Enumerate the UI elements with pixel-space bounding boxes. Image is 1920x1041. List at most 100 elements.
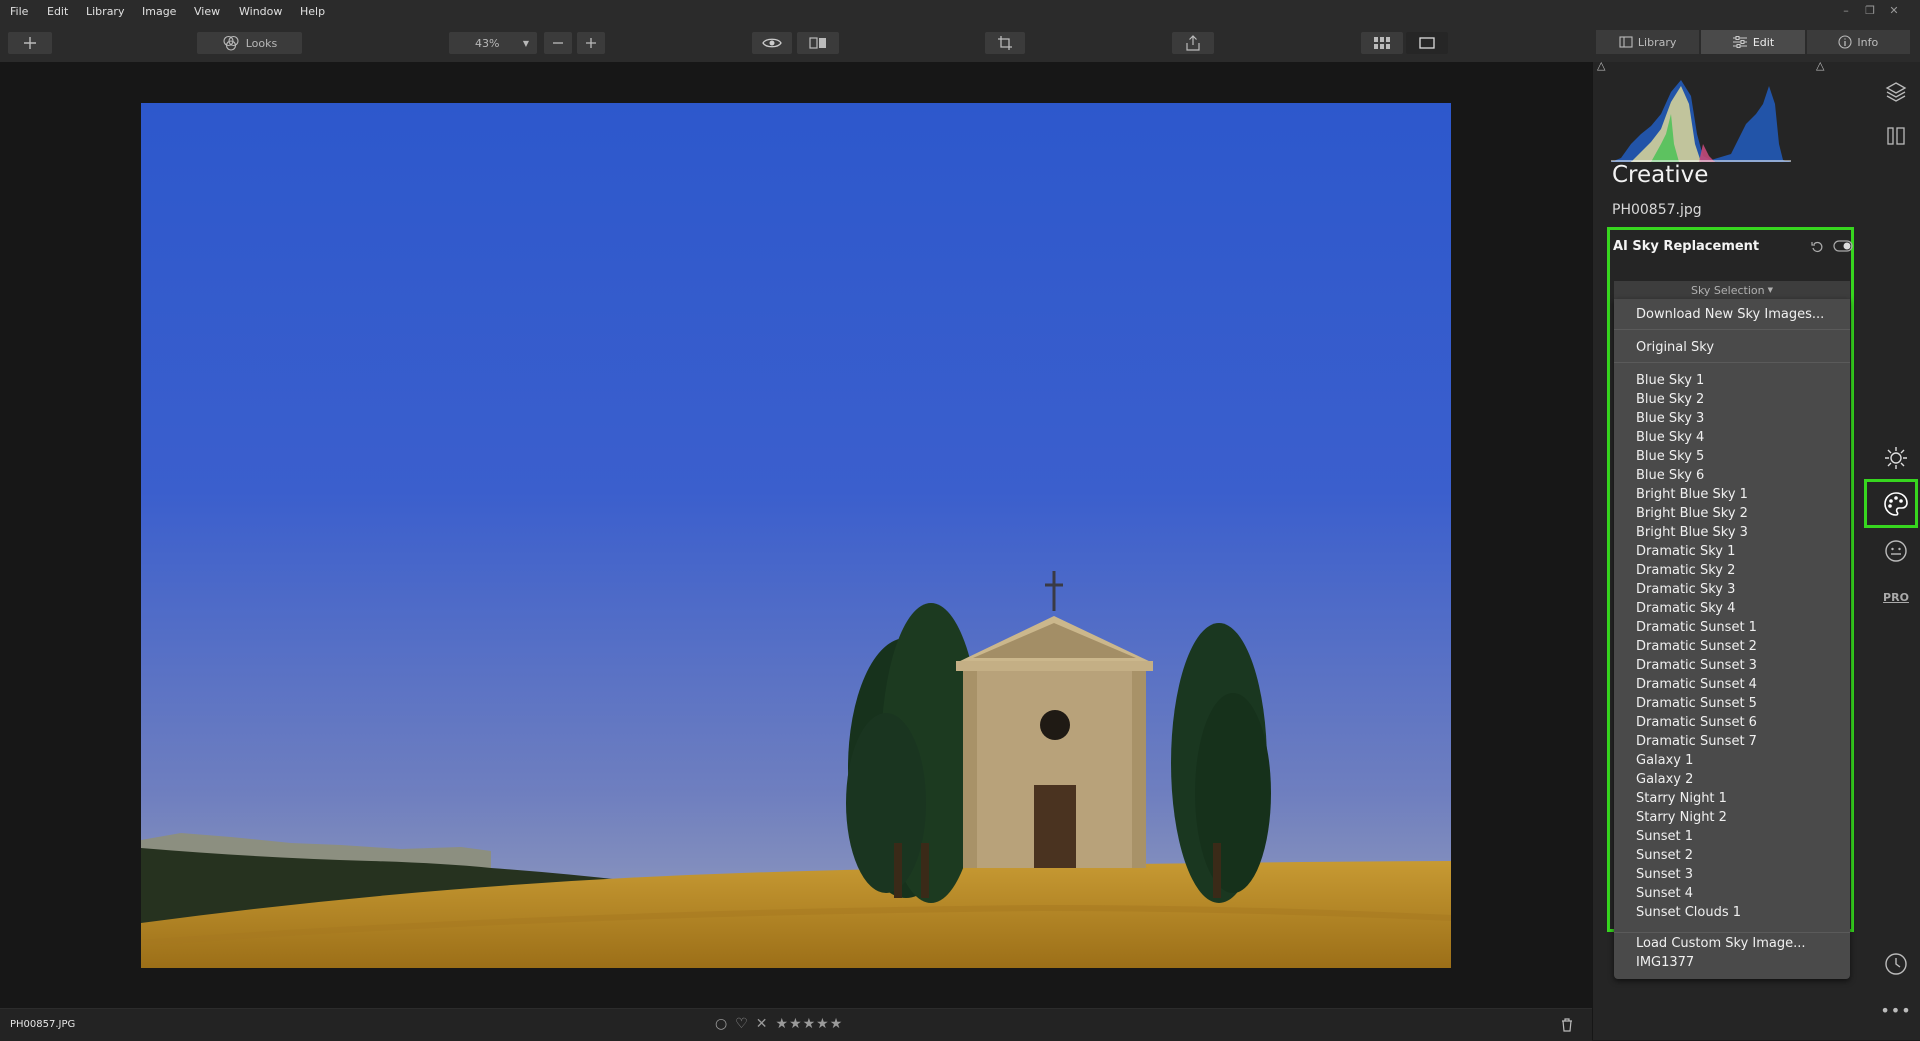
tab-info-label: Info [1857,35,1879,49]
panels-icon[interactable] [1882,122,1910,150]
single-view-icon [1419,37,1435,49]
histogram-highlight-clip-icon[interactable]: △ [1816,59,1824,72]
sky-option[interactable]: Dramatic Sunset 1 [1636,620,1757,636]
sky-option[interactable]: Galaxy 2 [1636,772,1693,788]
reject-icon[interactable]: ✕ [756,1016,768,1032]
module-title[interactable]: AI Sky Replacement [1613,239,1759,254]
heart-icon[interactable]: ♡ [735,1016,748,1032]
sky-option[interactable]: Dramatic Sunset 6 [1636,715,1757,731]
menu-image[interactable]: Image [142,5,176,18]
sky-option[interactable]: Dramatic Sunset 4 [1636,677,1757,693]
sliders-icon [1732,36,1747,48]
menu-window[interactable]: Window [239,5,282,18]
reset-icon[interactable] [1811,240,1824,253]
tab-edit-label: Edit [1752,35,1775,49]
chevron-down-icon: ▼ [1767,286,1774,294]
plus-icon [586,38,596,48]
sky-option[interactable]: Blue Sky 1 [1636,373,1704,389]
zoom-out-button[interactable] [544,32,572,54]
menu-bar: File Edit Library Image View Window Help… [0,0,1920,24]
sky-option[interactable]: Blue Sky 2 [1636,392,1704,408]
minimize-icon[interactable]: – [1834,4,1858,17]
preview-button[interactable] [752,32,792,54]
compare-icon [809,37,826,49]
restore-icon[interactable]: ❐ [1858,4,1882,17]
flag-controls: ○ ♡ ✕ ★★★★★ [715,1016,843,1032]
more-icon[interactable]: ••• [1880,996,1910,1024]
sky-option[interactable]: Sunset Clouds 1 [1636,905,1741,921]
add-button[interactable] [8,32,52,54]
sky-option[interactable]: Starry Night 1 [1636,791,1727,807]
sky-option[interactable]: Galaxy 1 [1636,753,1693,769]
menu-file[interactable]: File [10,5,28,18]
sky-option[interactable]: Bright Blue Sky 2 [1636,506,1748,522]
grid-view-button[interactable] [1361,32,1403,54]
sky-option[interactable]: Dramatic Sunset 2 [1636,639,1757,655]
tab-edit[interactable]: Edit [1701,30,1805,54]
sky-option[interactable]: Dramatic Sunset 5 [1636,696,1757,712]
menu-view[interactable]: View [194,5,220,18]
sky-selection-menu: Download New Sky Images... Original Sky … [1614,299,1850,979]
histogram-shadow-clip-icon[interactable]: △ [1597,59,1605,72]
tool-rail: PRO ••• [1872,62,1920,1040]
share-button[interactable] [1172,32,1214,54]
library-icon [1619,36,1633,48]
minus-icon [553,42,563,44]
face-icon[interactable] [1882,537,1910,565]
sky-option[interactable]: Dramatic Sky 2 [1636,563,1735,579]
module-toggle[interactable] [1833,240,1853,252]
color-label-icon[interactable]: ○ [715,1016,727,1032]
compare-button[interactable] [797,32,839,54]
mode-tabs: Library Edit Info [1596,30,1910,54]
layers-icon[interactable] [1882,77,1910,105]
sky-option[interactable]: Sunset 4 [1636,886,1693,902]
sky-option[interactable]: Bright Blue Sky 1 [1636,487,1748,503]
rating-stars[interactable]: ★★★★★ [776,1016,844,1032]
sky-option[interactable]: Bright Blue Sky 3 [1636,525,1748,541]
single-view-button[interactable] [1406,32,1448,54]
zoom-value: 43% [475,36,500,50]
sky-option[interactable]: Starry Night 2 [1636,810,1727,826]
looks-icon [223,35,239,51]
sky-option[interactable]: Blue Sky 4 [1636,430,1704,446]
menu-separator [1614,362,1850,363]
sky-option[interactable]: Blue Sky 5 [1636,449,1704,465]
trash-icon[interactable] [1561,1018,1573,1032]
menu-original-sky[interactable]: Original Sky [1636,340,1714,356]
menu-separator [1614,329,1850,330]
sky-option[interactable]: Sunset 1 [1636,829,1693,845]
sky-option[interactable]: Blue Sky 6 [1636,468,1704,484]
sky-option[interactable]: Dramatic Sky 1 [1636,544,1735,560]
share-icon [1186,35,1200,51]
eye-icon [762,38,782,48]
looks-label: Looks [245,36,278,50]
zoom-select[interactable]: 43% ▼ [449,32,537,54]
looks-button[interactable]: Looks [197,32,302,54]
tab-info[interactable]: Info [1806,30,1910,54]
sun-icon[interactable] [1882,444,1910,472]
history-icon[interactable] [1882,950,1910,978]
menu-library[interactable]: Library [86,5,124,18]
menu-download-skies[interactable]: Download New Sky Images... [1636,307,1824,323]
tab-library[interactable]: Library [1596,30,1700,54]
crop-icon [998,36,1012,50]
zoom-in-button[interactable] [577,32,605,54]
sky-option[interactable]: Dramatic Sky 4 [1636,601,1735,617]
sky-option[interactable]: Sunset 2 [1636,848,1693,864]
sky-option[interactable]: Dramatic Sky 3 [1636,582,1735,598]
creative-rail-highlight [1864,479,1918,528]
menu-custom-image[interactable]: IMG1377 [1636,955,1694,971]
panel-file-name: PH00857.jpg [1612,202,1702,218]
sky-option[interactable]: Dramatic Sunset 3 [1636,658,1757,674]
sky-option[interactable]: Blue Sky 3 [1636,411,1704,427]
pro-icon[interactable]: PRO [1882,583,1910,611]
photo-preview[interactable] [141,103,1451,968]
crop-button[interactable] [985,32,1025,54]
menu-edit[interactable]: Edit [47,5,68,18]
menu-help[interactable]: Help [300,5,325,18]
sky-selection-dropdown[interactable]: Sky Selection ▼ [1614,281,1850,299]
sky-option[interactable]: Sunset 3 [1636,867,1693,883]
close-icon[interactable]: ✕ [1882,4,1906,17]
menu-load-custom-sky[interactable]: Load Custom Sky Image... [1636,936,1806,952]
sky-option[interactable]: Dramatic Sunset 7 [1636,734,1757,750]
